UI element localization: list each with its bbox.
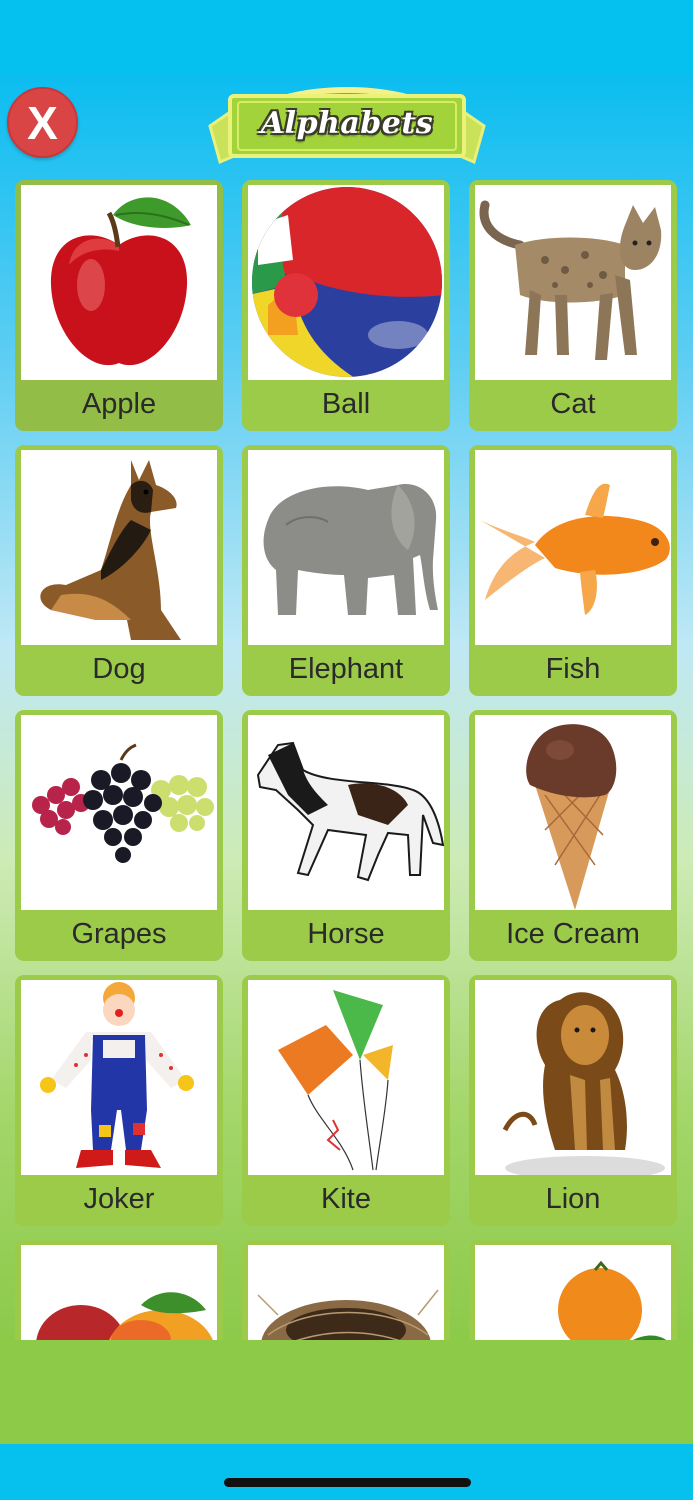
close-button[interactable]: X [7, 87, 78, 158]
apple-icon [21, 185, 217, 380]
nest-icon [248, 1245, 444, 1340]
joker-icon [21, 980, 217, 1175]
card-ice-cream[interactable]: Ice Cream [469, 710, 677, 961]
card-mango[interactable] [15, 1240, 223, 1340]
card-label: Lion [545, 1183, 601, 1215]
card-label: Apple [81, 388, 157, 420]
card-label: Horse [307, 918, 385, 950]
card-label: Ball [321, 388, 371, 420]
card-elephant[interactable]: Elephant [242, 445, 450, 696]
home-indicator[interactable] [224, 1478, 471, 1487]
orange-icon [475, 1245, 671, 1340]
grapes-icon [21, 715, 217, 910]
card-kite[interactable]: Kite [242, 975, 450, 1226]
card-label: Kite [321, 1183, 371, 1215]
mango-icon [21, 1245, 217, 1340]
elephant-icon [248, 450, 444, 645]
card-horse[interactable]: Horse [242, 710, 450, 961]
page-title: Alphabets [260, 106, 434, 141]
card-fish[interactable]: Fish [469, 445, 677, 696]
ice-cream-icon [475, 715, 671, 910]
card-cat[interactable]: Cat [469, 180, 677, 431]
card-label: Ice Cream [506, 918, 640, 950]
alphabet-grid: Apple Ball Cat Dog Elephant Fish Grapes … [0, 76, 693, 1340]
home-area [0, 1444, 693, 1500]
status-bar [0, 0, 693, 76]
card-orange[interactable] [469, 1240, 677, 1340]
card-ball[interactable]: Ball [242, 180, 450, 431]
card-label: Grapes [71, 918, 167, 950]
card-joker[interactable]: Joker [15, 975, 223, 1226]
card-label: Fish [545, 653, 601, 685]
card-label: Joker [83, 1183, 155, 1215]
fish-icon [475, 450, 671, 645]
card-grapes[interactable]: Grapes [15, 710, 223, 961]
card-apple[interactable]: Apple [15, 180, 223, 431]
card-label: Dog [92, 653, 146, 685]
card-lion[interactable]: Lion [469, 975, 677, 1226]
cat-icon [475, 185, 671, 380]
card-nest[interactable] [242, 1240, 450, 1340]
card-label: Elephant [288, 653, 404, 685]
bottom-bar [0, 1340, 693, 1444]
card-label: Cat [550, 388, 596, 420]
dog-icon [21, 450, 217, 645]
title-banner: Alphabets [208, 80, 486, 176]
card-dog[interactable]: Dog [15, 445, 223, 696]
kite-icon [248, 980, 444, 1175]
horse-icon [248, 715, 444, 910]
lion-icon [475, 980, 671, 1175]
ball-icon [248, 185, 444, 380]
close-icon: X [27, 96, 58, 149]
